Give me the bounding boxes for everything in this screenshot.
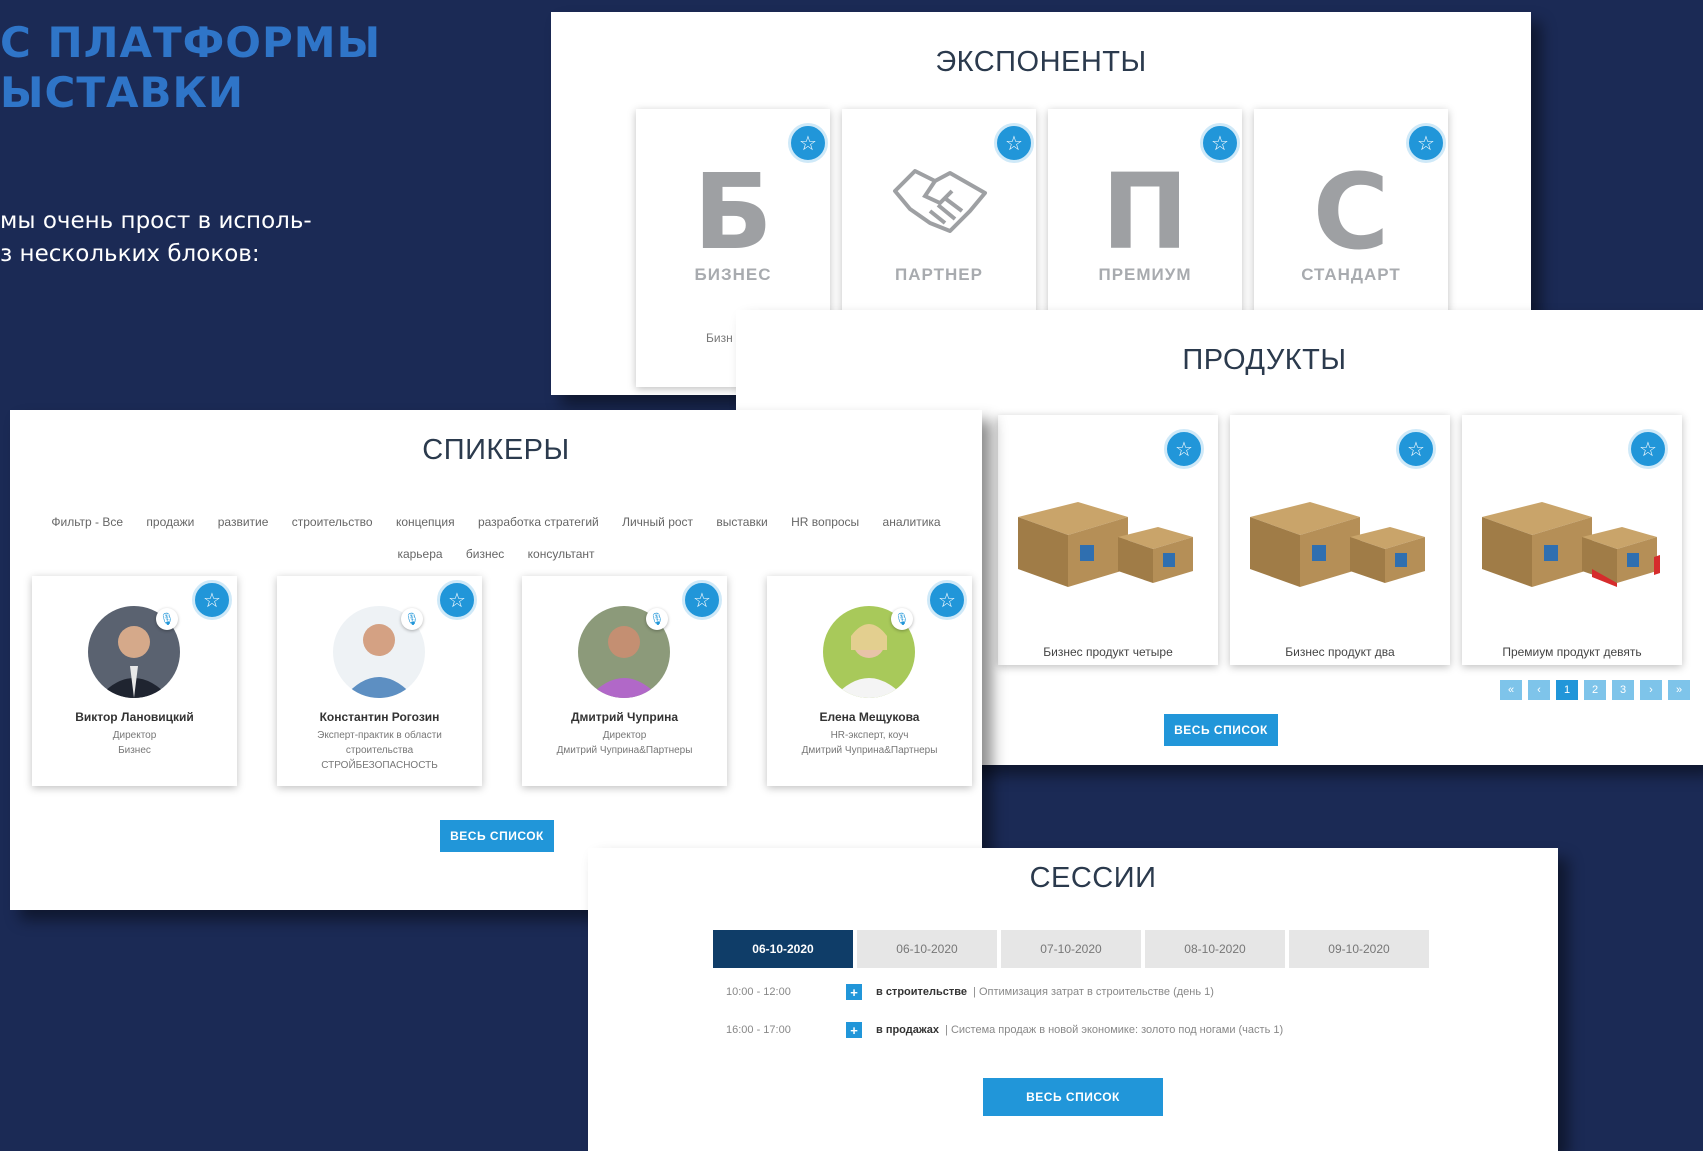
product-box-image: [1250, 502, 1425, 587]
session-date-tabs: 06-10-2020 06-10-2020 07-10-2020 08-10-2…: [713, 930, 1429, 968]
filter-tag[interactable]: продажи: [146, 506, 194, 538]
product-name: Бизнес продукт два: [1285, 645, 1395, 659]
speaker-name: Константин Рогозин: [319, 710, 440, 724]
star-icon[interactable]: ☆: [682, 580, 722, 620]
session-track: в продажах: [876, 1024, 940, 1036]
pager-last-button[interactable]: »: [1668, 680, 1690, 700]
speakers-panel: СПИКЕРЫ Фильтр - Все продажи развитие ст…: [10, 410, 982, 910]
date-tab[interactable]: 06-10-2020: [857, 930, 997, 968]
microphone-icon: 🎙: [891, 608, 913, 630]
session-track: в строительстве: [876, 986, 968, 998]
session-row[interactable]: 10:00 - 12:00 + в строительстве | Оптими…: [726, 984, 1214, 1000]
sessions-panel: СЕССИИ 06-10-2020 06-10-2020 07-10-2020 …: [588, 848, 1558, 1151]
date-tab[interactable]: 09-10-2020: [1289, 930, 1429, 968]
speakers-title: СПИКЕРЫ: [422, 434, 570, 466]
filter-all[interactable]: Фильтр - Все: [51, 506, 123, 538]
products-title: ПРОДУКТЫ: [1182, 344, 1347, 376]
speaker-role: Директор Бизнес: [112, 730, 157, 756]
heading-line-1: С ПЛАТФОРМЫ: [0, 18, 382, 67]
star-icon[interactable]: ☆: [1396, 429, 1436, 469]
filter-tag[interactable]: Личный рост: [622, 506, 693, 538]
plus-icon[interactable]: +: [846, 1022, 862, 1038]
sessions-title: СЕССИИ: [1029, 862, 1157, 894]
filter-tag[interactable]: карьера: [397, 538, 442, 570]
exhibitor-label: БИЗНЕС: [694, 265, 772, 284]
exhibitors-title: ЭКСПОНЕНТЫ: [935, 46, 1147, 78]
speaker-card[interactable]: ☆ 🎙 Дмитрий Чуприна Директор Дмитрий Чупр…: [522, 576, 727, 786]
filter-tag[interactable]: развитие: [218, 506, 269, 538]
filter-tag[interactable]: строительство: [292, 506, 373, 538]
product-box-image: [1482, 502, 1660, 587]
session-time: 16:00 - 17:00: [726, 1024, 791, 1036]
session-desc: | Оптимизация затрат в строительстве (де…: [973, 986, 1214, 998]
date-tab[interactable]: 08-10-2020: [1145, 930, 1285, 968]
filter-tag[interactable]: концепция: [396, 506, 455, 538]
pager-first-button[interactable]: «: [1500, 680, 1522, 700]
star-icon[interactable]: ☆: [994, 123, 1034, 163]
product-card[interactable]: ☆ Бизнес продукт четыре: [998, 415, 1218, 665]
speaker-name: Виктор Лановицкий: [75, 710, 194, 724]
date-tab[interactable]: 07-10-2020: [1001, 930, 1141, 968]
intro-line-2: з нескольких блоков:: [0, 241, 260, 267]
exhibitor-letter: Б: [693, 151, 773, 273]
heading-line-2: ЫСТАВКИ: [0, 68, 244, 117]
speaker-card[interactable]: ☆ 🎙 Елена Мещукова HR-эксперт, коуч Дмитр…: [767, 576, 972, 786]
filter-tag[interactable]: HR вопросы: [791, 506, 859, 538]
page-heading: С ПЛАТФОРМЫ ЫСТАВКИ: [0, 18, 381, 118]
filter-tag[interactable]: выставки: [716, 506, 767, 538]
exhibitor-label: ПРЕМИУМ: [1098, 265, 1192, 284]
intro-text: мы очень прост в исполь- з нескольких бл…: [0, 205, 312, 271]
star-icon[interactable]: ☆: [1628, 429, 1668, 469]
pager-page-2[interactable]: 2: [1584, 680, 1606, 700]
product-box-image: [1018, 502, 1193, 587]
speaker-role: Эксперт-практик в области строительства СТ…: [317, 730, 442, 771]
products-pager: « ‹ 1 2 3 › »: [1500, 680, 1690, 700]
date-tab-active[interactable]: 06-10-2020: [713, 930, 853, 968]
star-icon[interactable]: ☆: [192, 580, 232, 620]
star-icon[interactable]: ☆: [1164, 429, 1204, 469]
star-icon[interactable]: ☆: [437, 580, 477, 620]
filter-tag[interactable]: бизнес: [466, 538, 504, 570]
speaker-filters: Фильтр - Все продажи развитие строительс…: [40, 506, 952, 570]
exhibitor-letter: П: [1101, 151, 1189, 273]
speaker-card[interactable]: ☆ 🎙 Виктор Лановицкий Директор Бизнес: [32, 576, 237, 786]
exhibitor-label: СТАНДАРТ: [1301, 265, 1401, 284]
pager-prev-button[interactable]: ‹: [1528, 680, 1550, 700]
session-row[interactable]: 16:00 - 17:00 + в продажах | Система про…: [726, 1022, 1283, 1038]
microphone-icon: 🎙: [156, 608, 178, 630]
session-time: 10:00 - 12:00: [726, 986, 791, 998]
exhibitor-label: ПАРТНЕР: [895, 265, 983, 284]
filter-tag[interactable]: аналитика: [883, 506, 941, 538]
filter-tag[interactable]: разработка стратегий: [478, 506, 599, 538]
microphone-icon: 🎙: [646, 608, 668, 630]
sessions-all-button[interactable]: ВЕСЬ СПИСОК: [983, 1078, 1163, 1116]
exhibitor-letter: С: [1312, 151, 1390, 273]
pager-next-button[interactable]: ›: [1640, 680, 1662, 700]
plus-icon[interactable]: +: [846, 984, 862, 1000]
pager-page-1[interactable]: 1: [1556, 680, 1578, 700]
product-name: Бизнес продукт четыре: [1043, 645, 1173, 659]
product-card[interactable]: ☆ Премиум продукт девять: [1462, 415, 1682, 665]
filter-tag[interactable]: консультант: [528, 538, 595, 570]
product-card[interactable]: ☆ Бизнес продукт два: [1230, 415, 1450, 665]
handshake-icon: [893, 169, 987, 233]
speaker-name: Елена Мещукова: [819, 710, 920, 724]
star-icon[interactable]: ☆: [927, 580, 967, 620]
product-name: Премиум продукт девять: [1502, 645, 1642, 659]
speakers-all-button[interactable]: ВЕСЬ СПИСОК: [440, 820, 554, 852]
exhibitor-sub: Бизн: [706, 331, 733, 345]
speaker-role: HR-эксперт, коуч Дмитрий Чуприна&Партнеры: [801, 730, 938, 756]
session-desc: | Система продаж в новой экономике: золо…: [945, 1024, 1284, 1036]
products-all-button[interactable]: ВЕСЬ СПИСОК: [1164, 714, 1278, 746]
microphone-icon: 🎙: [401, 608, 423, 630]
intro-line-1: мы очень прост в исполь-: [0, 208, 312, 234]
speaker-card[interactable]: ☆ 🎙 Константин Рогозин Эксперт-практик в…: [277, 576, 482, 786]
speaker-role: Директор Дмитрий Чуприна&Партнеры: [556, 730, 693, 756]
speaker-name: Дмитрий Чуприна: [570, 710, 679, 724]
pager-page-3[interactable]: 3: [1612, 680, 1634, 700]
